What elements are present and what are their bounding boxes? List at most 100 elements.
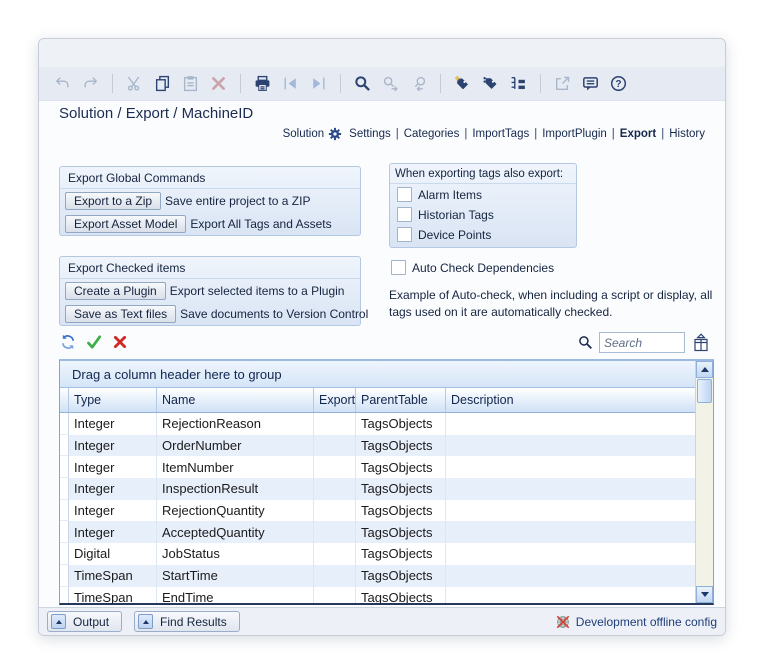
option-row: Device Points [390,224,576,244]
toolbar-separator [340,74,341,93]
cell-export[interactable] [314,587,356,604]
scroll-up-icon [701,367,709,372]
tag-add-icon[interactable] [451,72,474,95]
group-rows: Create a Plugin Export selected items to… [60,279,360,325]
command-description: Export All Tags and Assets [190,217,331,231]
column-header-description[interactable]: Description [446,388,695,412]
tab[interactable]: Settings [349,128,391,140]
scroll-up-button[interactable] [696,361,713,378]
group-title: Export Checked items [60,257,360,279]
table-row[interactable]: Integer RejectionReason TagsObjects [60,413,695,435]
cell-parenttable: TagsObjects [356,543,446,565]
gear-icon[interactable] [328,127,342,141]
tab-bar: Solution Settings Categories ImportTags … [283,127,705,141]
command-button[interactable]: Export to a Zip [65,192,161,210]
table-row[interactable]: TimeSpan EndTime TagsObjects [60,587,695,604]
tab[interactable]: ImportTags [472,128,529,140]
command-button[interactable]: Export Asset Model [65,215,186,233]
cell-type: Digital [69,543,157,565]
cancel-icon[interactable] [111,333,129,351]
scroll-down-icon [701,592,709,597]
checkbox[interactable] [397,227,412,242]
group-rows: Export to a Zip Save entire project to a… [60,189,360,235]
comment-icon[interactable] [579,72,602,95]
cell-export[interactable] [314,413,356,435]
panel-toggle-button[interactable]: Find Results [134,611,240,632]
connection-status: Development offline config [555,614,717,630]
column-header-name[interactable]: Name [157,388,314,412]
table-row[interactable]: Digital JobStatus TagsObjects [60,543,695,565]
panel-toggle-button[interactable]: Output [47,611,122,632]
tab[interactable]: Categories [404,128,460,140]
scrollbar-thumb[interactable] [697,379,712,403]
command-description: Export selected items to a Plugin [170,284,345,298]
table-row[interactable]: TimeSpan StartTime TagsObjects [60,565,695,587]
apply-icon[interactable] [85,333,103,351]
copy-icon[interactable] [151,72,174,95]
group-by-band[interactable]: Drag a column header here to group [60,361,695,388]
checkbox[interactable] [397,187,412,202]
tab[interactable]: Export [620,128,656,140]
cell-export[interactable] [314,543,356,565]
tab-item: ImportTags [472,128,542,140]
search-input[interactable] [599,332,685,353]
table-row[interactable]: Integer AcceptedQuantity TagsObjects [60,521,695,543]
checkbox-label: Alarm Items [418,188,482,202]
cell-export[interactable] [314,456,356,478]
search-icon[interactable] [351,72,374,95]
cell-name: JobStatus [157,543,314,565]
auto-check-checkbox[interactable] [391,260,406,275]
scroll-down-button[interactable] [696,586,713,603]
cell-export[interactable] [314,478,356,500]
status-label: Development offline config [576,615,717,629]
table-row[interactable]: Integer OrderNumber TagsObjects [60,435,695,457]
column-chooser-icon[interactable] [691,333,711,352]
refresh-icon[interactable] [59,333,77,351]
checkbox[interactable] [397,207,412,222]
search-forward-icon [379,72,402,95]
panel-label: Find Results [160,615,227,629]
cell-export[interactable] [314,500,356,522]
command-button[interactable]: Create a Plugin [65,282,166,300]
group-export-options: When exporting tags also export: Alarm I… [389,163,577,248]
table-row[interactable]: Integer RejectionQuantity TagsObjects [60,500,695,522]
column-header-type[interactable]: Type [69,388,157,412]
cell-name: RejectionQuantity [157,500,314,522]
goto-previous-icon [279,72,302,95]
cell-name: RejectionReason [157,413,314,435]
cell-description [446,565,695,587]
tab[interactable]: History [669,128,705,140]
row-indicator [60,478,69,500]
tag-properties-icon[interactable] [479,72,502,95]
search-icon [578,335,593,350]
help-icon[interactable]: ? [607,72,630,95]
cell-type: Integer [69,478,157,500]
table-row[interactable]: Integer InspectionResult TagsObjects [60,478,695,500]
column-header-export[interactable]: Export [314,388,356,412]
cell-name: ItemNumber [157,456,314,478]
goto-next-icon [307,72,330,95]
checkbox-label: Device Points [418,228,491,242]
offline-globe-icon [555,614,571,630]
status-panels: Output Find Results [47,611,240,632]
command-row: Create a Plugin Export selected items to… [60,279,360,302]
cell-export[interactable] [314,565,356,587]
cell-export[interactable] [314,435,356,457]
cell-export[interactable] [314,521,356,543]
tab-item: Settings [349,128,404,140]
command-button[interactable]: Save as Text files [65,305,176,323]
solution-label[interactable]: Solution [283,128,325,140]
tab-item: Export [620,128,669,140]
print-icon[interactable] [251,72,274,95]
grid-body: Integer RejectionReason TagsObjects Inte… [60,413,695,603]
toolbar-separator [540,74,541,93]
column-header-parenttable[interactable]: ParentTable [356,388,446,412]
cell-type: Integer [69,521,157,543]
vertical-scrollbar[interactable] [695,361,713,603]
table-row[interactable]: Integer ItemNumber TagsObjects [60,456,695,478]
tag-tree-icon[interactable] [507,72,530,95]
redo-icon [79,72,102,95]
row-indicator [60,435,69,457]
row-indicator [60,587,69,604]
tab[interactable]: ImportPlugin [542,128,607,140]
